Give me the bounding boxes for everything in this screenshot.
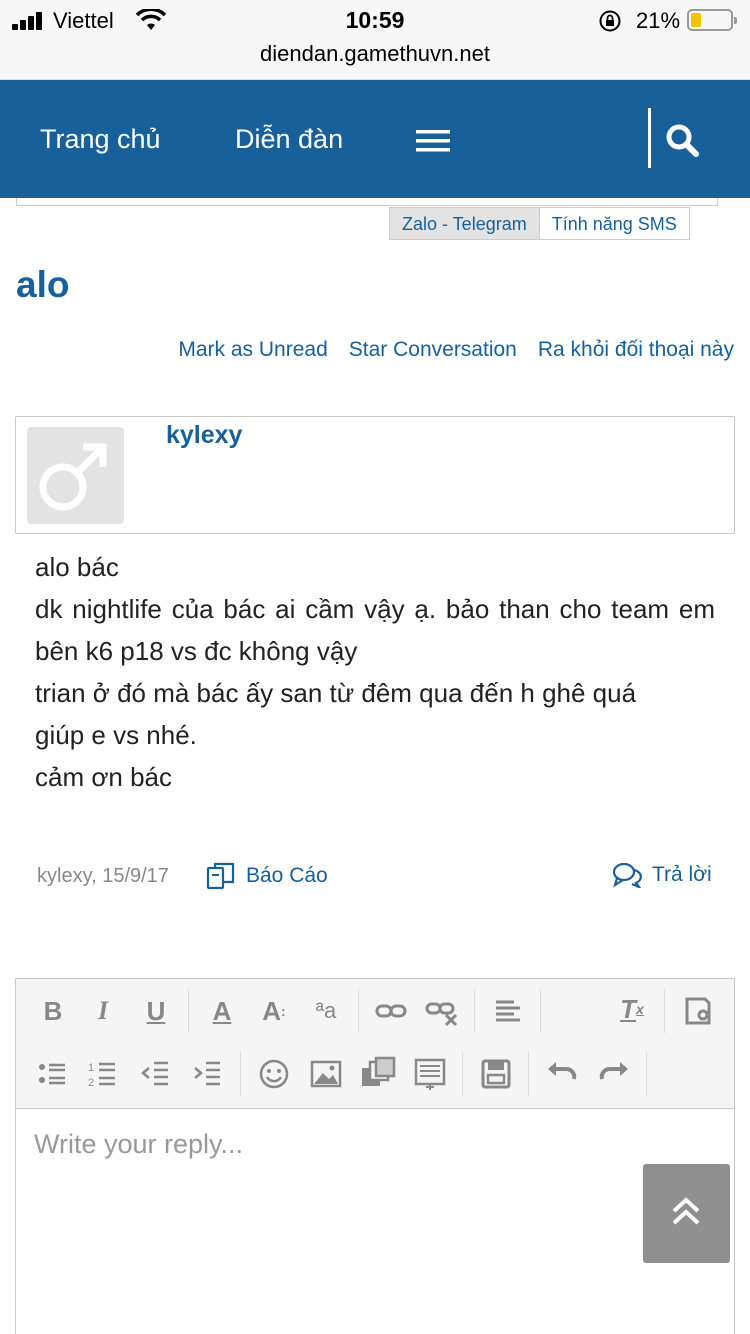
message-line: dk nightlife của bác ai cầm vậy ạ. bảo t… [35,594,715,666]
reply-button[interactable]: Trả lời [612,862,712,888]
unlink-icon[interactable] [422,991,462,1031]
nav-home-link[interactable]: Trang chủ [40,124,161,155]
subnav-bar [16,198,718,206]
star-conversation-link[interactable]: Star Conversation [349,338,517,362]
svg-text:1: 1 [88,1062,94,1074]
rotation-lock-icon [599,10,621,32]
underline-icon[interactable]: U [136,991,176,1031]
link-icon[interactable] [371,991,411,1031]
report-label: Báo Cáo [246,864,328,887]
indent-icon[interactable] [188,1054,228,1094]
search-icon[interactable] [662,120,702,160]
nav-divider [648,108,651,168]
report-icon [206,862,235,890]
toggle-bbcode-icon[interactable] [678,991,718,1031]
font-family-icon[interactable]: ªa [306,991,346,1031]
mark-unread-link[interactable]: Mark as Unread [178,338,327,362]
numbered-list-icon[interactable]: 1 2 [83,1054,123,1094]
menu-icon[interactable] [416,130,450,152]
double-chevron-up-icon [672,1197,700,1225]
bullet-list-icon[interactable] [33,1054,73,1094]
nav-forum-link[interactable]: Diễn đàn [235,124,343,155]
message-line: cảm ơn bác [35,762,172,792]
message-line: giúp e vs nhé. [35,720,197,750]
nav-bar: Trang chủ Diễn đàn [0,80,750,198]
url-bar[interactable]: diendan.gamethuvn.net [0,40,750,80]
post-header: kylexy [15,416,735,534]
tab-sms-feature[interactable]: Tính năng SMS [538,208,689,239]
subnav-tabs: Zalo - Telegram Tính năng SMS [389,207,690,240]
avatar[interactable] [27,427,124,524]
media-icon[interactable] [358,1054,398,1094]
clear-format-icon[interactable]: Tx [612,989,652,1029]
editor-toolbar: B I U A A: ªa Tx 1 2 [16,979,734,1109]
reply-icon [612,862,642,888]
undo-icon[interactable] [542,1054,582,1094]
image-icon[interactable] [306,1054,346,1094]
save-draft-icon[interactable] [476,1054,516,1094]
italic-icon[interactable]: I [83,991,123,1031]
post-username[interactable]: kylexy [166,421,242,450]
message-line: trian ở đó mà bác ấy san từ đêm qua đến … [35,678,637,708]
scroll-to-top-button[interactable] [643,1164,730,1263]
tab-zalo-telegram[interactable]: Zalo - Telegram [390,208,539,239]
smiley-icon[interactable] [254,1054,294,1094]
svg-text:2: 2 [88,1077,94,1089]
message-line: alo bác [35,552,119,582]
message-body: alo bác dk nightlife của bác ai cầm vậy … [35,546,715,798]
align-icon[interactable] [488,991,528,1031]
battery-percent: 21% [636,8,681,33]
redo-icon[interactable] [594,1054,634,1094]
battery-icon [687,9,737,31]
outdent-icon[interactable] [136,1054,176,1094]
report-button[interactable]: Báo Cáo [206,862,328,890]
reply-label: Trả lời [652,863,712,886]
conversation-actions: Mark as Unread Star Conversation Ra khỏi… [178,338,734,362]
font-color-icon[interactable]: A [202,991,242,1031]
bold-icon[interactable]: B [33,991,73,1031]
conversation-title: alo [16,264,70,305]
insert-icon[interactable] [410,1054,450,1094]
male-symbol-icon [39,443,107,511]
leave-conversation-link[interactable]: Ra khỏi đối thoại này [538,338,734,362]
font-size-icon[interactable]: A: [254,991,294,1031]
status-bar: Viettel 10:59 21% [0,0,750,40]
post-meta[interactable]: kylexy, 15/9/17 [37,865,169,888]
reply-editor: B I U A A: ªa Tx 1 2 Write your reply... [15,978,735,1334]
reply-input[interactable]: Write your reply... [34,1129,243,1160]
